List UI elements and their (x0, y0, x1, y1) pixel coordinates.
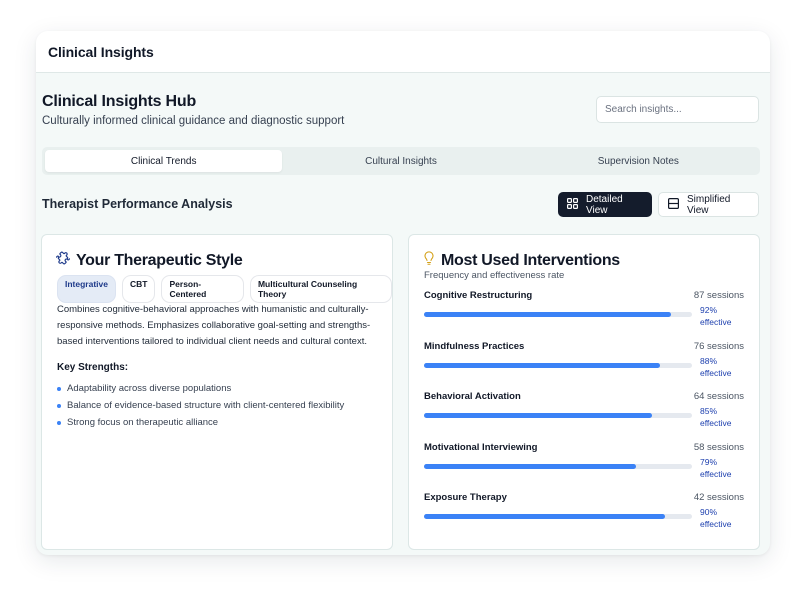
list-item: Strong focus on therapeutic alliance (57, 414, 344, 431)
effectiveness-word: effective (700, 317, 732, 327)
lightbulb-icon (423, 251, 435, 270)
session-count: 87 sessions (693, 290, 744, 301)
effectiveness-rate: 79% effective (700, 456, 732, 480)
effectiveness-word: effective (700, 468, 732, 479)
simplified-view-label: Simplified View (687, 193, 731, 216)
style-description: Combines cognitive-behavioral approaches… (57, 304, 371, 347)
effectiveness-percent: 85% (700, 406, 718, 416)
search-input[interactable] (596, 96, 759, 123)
effectiveness-bar (424, 413, 692, 418)
list-item: Mindfulness Practices 76 sessions 88% effec… (424, 341, 744, 391)
effectiveness-bar (424, 362, 692, 368)
card-subtitle: Frequency and effectiveness rate (424, 270, 565, 281)
session-count: 42 sessions (693, 492, 744, 503)
puzzle-icon (55, 251, 71, 270)
bullet-icon (57, 403, 61, 408)
badge-list: Integrative CBT Person-Centered Multicul… (57, 275, 392, 303)
card-title: Your Therapeutic Style (76, 251, 243, 269)
strength-text: Balance of evidence-based structure with… (67, 400, 345, 411)
session-count: 76 sessions (693, 340, 744, 352)
effectiveness-percent: 92% (700, 305, 718, 315)
intervention-name: Exposure Therapy (424, 492, 507, 503)
list-item: Adaptability across diverse populations (57, 380, 344, 397)
session-count: 58 sessions (693, 441, 744, 453)
strength-text: Strong focus on therapeutic alliance (67, 417, 219, 428)
bullet-icon (57, 386, 61, 391)
intervention-name: Mindfulness Practices (424, 340, 525, 352)
bullet-icon (57, 420, 61, 425)
grid-icon (567, 197, 578, 212)
badge-integrative: Integrative (57, 275, 116, 303)
effectiveness-bar-fill (424, 362, 660, 368)
interventions-card: Most Used Interventions Frequency and ef… (408, 234, 760, 550)
effectiveness-rate: 90% effective (700, 506, 732, 530)
effectiveness-bar-fill (424, 463, 636, 469)
intervention-name: Behavioral Activation (424, 391, 521, 402)
effectiveness-bar (424, 514, 692, 519)
app-window: Clinical Insights Clinical Insights Hub … (36, 31, 770, 555)
strengths-list: Adaptability across diverse populations … (57, 380, 344, 431)
section-title: Therapist Performance Analysis (42, 197, 233, 211)
list-item: Balance of evidence-based structure with… (57, 397, 344, 414)
effectiveness-rate: 85% effective (700, 405, 732, 429)
tab-supervision-notes[interactable]: Supervision Notes (520, 150, 757, 172)
effectiveness-bar-fill (424, 413, 652, 418)
list-item: Exposure Therapy 42 sessions 90% effective (424, 492, 744, 542)
effectiveness-percent: 88% (700, 355, 718, 366)
simplified-view-button[interactable]: Simplified View (658, 192, 759, 217)
tab-bar: Clinical Trends Cultural Insights Superv… (42, 147, 760, 175)
intervention-name: Motivational Interviewing (424, 441, 538, 453)
badge-multicultural: Multicultural Counseling Theory (249, 275, 392, 303)
card-title: Most Used Interventions (441, 251, 620, 269)
page-title: Clinical Insights Hub (42, 93, 197, 110)
effectiveness-word: effective (700, 418, 732, 428)
effectiveness-rate: 88% effective (700, 355, 732, 379)
app-title: Clinical Insights (48, 43, 154, 60)
title-bar: Clinical Insights (36, 31, 770, 73)
effectiveness-bar (424, 463, 692, 469)
effectiveness-bar-fill (424, 514, 666, 519)
effectiveness-percent: 79% (700, 456, 718, 467)
list-item: Motivational Interviewing 58 sessions 79% e… (424, 442, 744, 492)
effectiveness-word: effective (700, 367, 732, 378)
effectiveness-rate: 92% effective (700, 304, 732, 328)
tab-cultural-insights[interactable]: Cultural Insights (282, 150, 519, 172)
tab-clinical-trends[interactable]: Clinical Trends (45, 150, 283, 172)
intervention-name: Cognitive Restructuring (424, 290, 533, 301)
badge-person-centered: Person-Centered (161, 275, 244, 303)
strengths-title: Key Strengths: (57, 362, 129, 373)
session-count: 64 sessions (693, 391, 744, 402)
therapeutic-style-card: Your Therapeutic Style Integrative CBT P… (41, 234, 393, 550)
effectiveness-bar (424, 312, 692, 317)
effectiveness-word: effective (700, 519, 732, 529)
list-item: Behavioral Activation 64 sessions 85% effec… (424, 391, 744, 441)
strength-text: Adaptability across diverse populations (67, 383, 232, 394)
detailed-view-button[interactable]: Detailed View (558, 192, 652, 217)
card-header: Most Used Interventions (423, 251, 620, 270)
badge-cbt: CBT (122, 275, 156, 303)
effectiveness-percent: 90% (700, 507, 718, 517)
card-header: Your Therapeutic Style (55, 251, 243, 270)
panel-icon (668, 197, 680, 212)
page-subtitle: Culturally informed clinical guidance an… (42, 115, 345, 127)
effectiveness-bar-fill (424, 312, 671, 317)
list-item: Cognitive Restructuring 87 sessions 92% eff… (424, 290, 744, 340)
detailed-view-label: Detailed View (586, 193, 623, 216)
